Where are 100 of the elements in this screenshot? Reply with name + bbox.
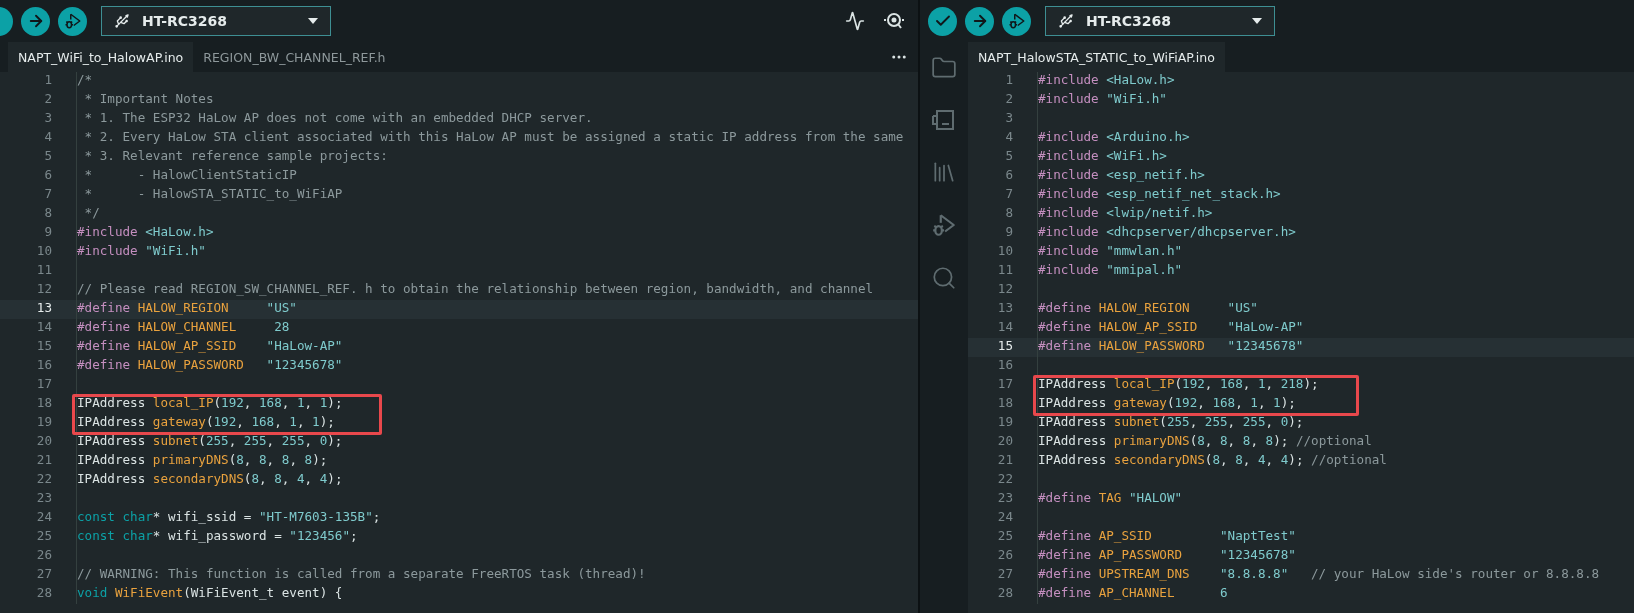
board-selector[interactable]: HT-RC3268 [101, 6, 331, 36]
code-line: IPAddress secondaryDNS(8, 8, 4, 4); //optional [1037, 452, 1634, 471]
code-line: #include <HaLow.h> [1037, 72, 1634, 91]
line-number: 2 [43, 91, 53, 108]
line-number: 19 [35, 414, 53, 431]
line-number: 14 [35, 319, 53, 336]
code-line: #include "mmipal.h" [1037, 262, 1634, 281]
line-number: 3 [1004, 110, 1014, 127]
line-number: 11 [35, 262, 53, 279]
line-number: 15 [35, 338, 53, 355]
line-number: 7 [43, 186, 53, 203]
debug-button[interactable] [58, 6, 87, 36]
line-number: 18 [996, 395, 1014, 412]
line-number: 11 [996, 262, 1014, 279]
line-number: 13 [996, 300, 1014, 317]
code-line: IPAddress local_IP(192, 168, 1, 1); [76, 395, 343, 414]
code-line: #include "mmwlan.h" [1037, 243, 1634, 262]
line-number: 15 [996, 338, 1014, 355]
serial-monitor-icon[interactable] [883, 11, 905, 31]
code-line: IPAddress gateway(192, 168, 1, 1); [76, 414, 335, 433]
line-number: 20 [996, 433, 1014, 450]
line-number: 25 [35, 528, 53, 545]
code-line: IPAddress gateway(192, 168, 1, 1); [1037, 395, 1296, 414]
line-number: 21 [35, 452, 53, 469]
line-number: 4 [1004, 129, 1014, 146]
code-line: #define HALOW_REGION "US" [1037, 300, 1634, 319]
board-selector[interactable]: HT-RC3268 [1045, 6, 1275, 36]
line-number: 23 [35, 490, 53, 507]
line-number: 4 [43, 129, 53, 146]
code-line: IPAddress subnet(255, 255, 255, 0); [1037, 414, 1634, 433]
line-number: 5 [1004, 148, 1014, 165]
code-line: #include <lwip/netif.h> [1037, 205, 1634, 224]
code-line: #include <Arduino.h> [1037, 129, 1634, 148]
line-number: 23 [996, 490, 1014, 507]
code-line: #include "WiFi.h" [1037, 91, 1634, 110]
debug-button[interactable] [1002, 6, 1031, 36]
line-number: 16 [996, 357, 1014, 374]
line-number: 25 [996, 528, 1014, 545]
line-number: 12 [35, 281, 53, 298]
line-number: 8 [43, 205, 53, 222]
code-line: #include <esp_netif_net_stack.h> [1037, 186, 1634, 205]
line-number: 16 [35, 357, 53, 374]
verify-button[interactable] [928, 6, 957, 36]
line-number: 7 [1004, 186, 1014, 203]
line-number: 1 [1004, 72, 1014, 89]
line-number: 19 [996, 414, 1014, 431]
code-line: #define AP_SSID "NaptTest" [1037, 528, 1634, 547]
line-number: 12 [996, 281, 1014, 298]
line-number: 9 [1004, 224, 1014, 241]
board-icon[interactable] [931, 108, 957, 132]
usb-icon [114, 13, 130, 29]
line-number: 26 [996, 547, 1014, 564]
code-line: #include <WiFi.h> [1037, 148, 1634, 167]
line-number: 27 [35, 566, 53, 583]
line-number: 21 [996, 452, 1014, 469]
line-number: 3 [43, 110, 53, 127]
line-number: 10 [35, 243, 53, 260]
line-number: 2 [1004, 91, 1014, 108]
code-line: #include <esp_netif.h> [1037, 167, 1634, 186]
line-number: 22 [996, 471, 1014, 488]
search-icon[interactable] [931, 265, 957, 291]
file-tab[interactable]: REGION_BW_CHANNEL_REF.h [193, 42, 396, 72]
line-number: 10 [996, 243, 1014, 260]
line-number: 27 [996, 566, 1014, 583]
folder-icon[interactable] [931, 55, 957, 81]
debug-icon[interactable] [931, 212, 957, 238]
line-number: 24 [35, 509, 53, 526]
code-line: #define AP_CHANNEL 6 [1037, 585, 1634, 604]
file-tab[interactable]: NAPT_WiFi_to_HalowAP.ino [8, 42, 194, 72]
debug-icon [1007, 12, 1026, 30]
line-number: 28 [35, 585, 53, 602]
upload-button[interactable] [965, 6, 994, 36]
line-number: 26 [35, 547, 53, 564]
upload-button[interactable] [21, 6, 50, 36]
line-number: 1 [43, 72, 53, 89]
line-number: 6 [1004, 167, 1014, 184]
debug-icon [63, 12, 82, 30]
line-number: 24 [996, 509, 1014, 526]
line-number: 17 [996, 376, 1014, 393]
line-number: 17 [35, 376, 53, 393]
caret-icon [308, 18, 318, 24]
code-line: #define AP_PASSWORD "12345678" [1037, 547, 1634, 566]
line-number: 20 [35, 433, 53, 450]
code-line: #define UPSTREAM_DNS "8.8.8.8" // your HaLow side's router or 8.8.8.8 [1037, 566, 1634, 585]
code-line: #define HALOW_PASSWORD "12345678" [1037, 338, 1634, 357]
line-number: 6 [43, 167, 53, 184]
line-number: 22 [35, 471, 53, 488]
line-number: 5 [43, 148, 53, 165]
code-line: IPAddress local_IP(192, 168, 1, 218); [1037, 376, 1319, 395]
line-number: 13 [35, 300, 53, 317]
line-number: 18 [35, 395, 53, 412]
code-line: IPAddress primaryDNS(8, 8, 8, 8); //optional [1037, 433, 1634, 452]
code-line: #include <dhcpserver/dhcpserver.h> [1037, 224, 1634, 243]
pulse-icon[interactable] [845, 11, 865, 31]
caret-icon [1252, 18, 1262, 24]
line-number: 14 [996, 319, 1014, 336]
line-number: 9 [43, 224, 53, 241]
file-tab[interactable]: NAPT_HalowSTA_STATIC_to_WiFiAP.ino [968, 42, 1225, 72]
line-number: 28 [996, 585, 1014, 602]
code-line: #define TAG "HALOW" [1037, 490, 1634, 509]
